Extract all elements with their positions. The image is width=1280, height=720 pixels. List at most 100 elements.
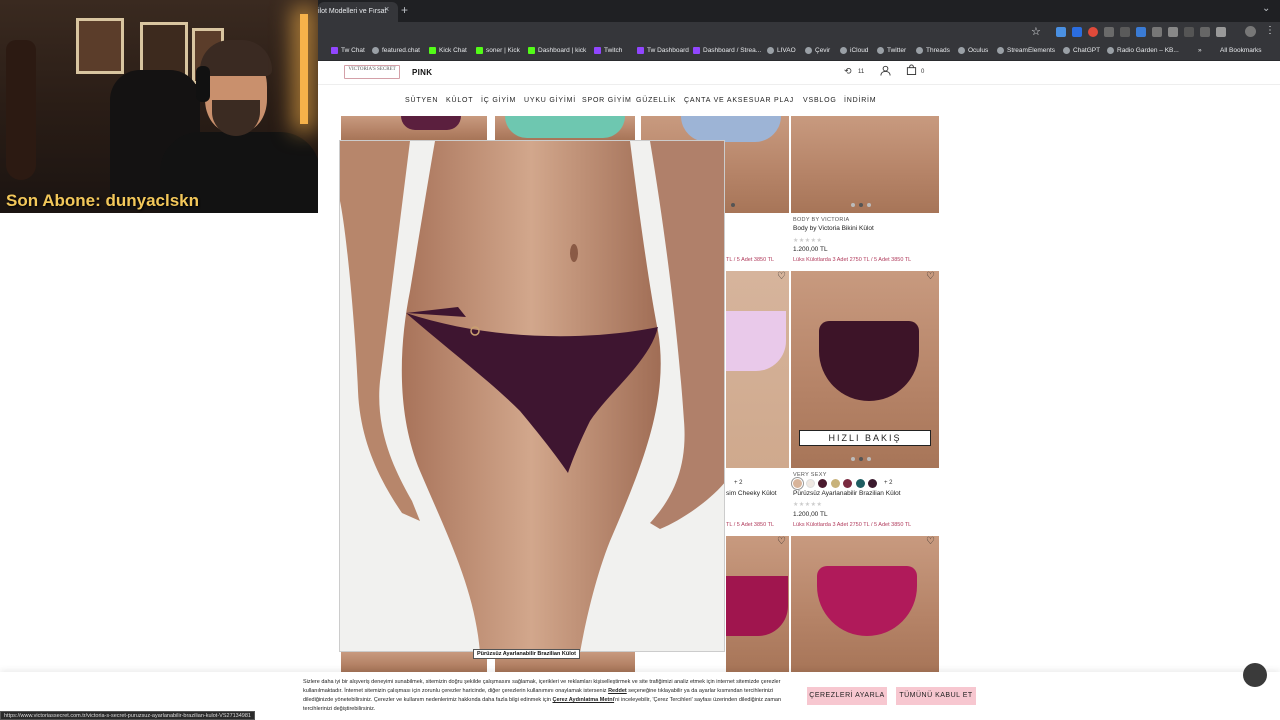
- favorite-heart-icon[interactable]: ♡: [777, 271, 786, 282]
- extension-icon[interactable]: [1184, 27, 1194, 37]
- bookmark-item[interactable]: StreamElements: [997, 47, 1055, 54]
- bookmark-item[interactable]: Oculus: [958, 47, 988, 54]
- bookmark-label: LIVAO: [777, 47, 796, 54]
- bookmarks-overflow-icon[interactable]: »: [1198, 47, 1202, 54]
- extension-icon[interactable]: [1152, 27, 1162, 37]
- tab-title: ilot Modelleri ve Fırsat: [318, 8, 387, 15]
- product-image[interactable]: [791, 536, 939, 672]
- color-swatch[interactable]: [793, 479, 802, 488]
- nav-item[interactable]: İÇ GİYİM: [481, 97, 516, 104]
- product-image[interactable]: [495, 116, 635, 140]
- account-icon[interactable]: [880, 65, 891, 79]
- nav-item[interactable]: ÇANTA VE AKSESUAR: [684, 97, 771, 104]
- nav-item[interactable]: KÜLOT: [446, 97, 473, 104]
- nav-item[interactable]: SÜTYEN: [405, 97, 438, 104]
- bookmark-item[interactable]: Kick Chat: [429, 47, 467, 54]
- extension-icon[interactable]: [1136, 27, 1146, 37]
- nav-item[interactable]: İNDİRİM: [844, 97, 876, 104]
- bookmark-item[interactable]: Tw Dashboard: [637, 47, 689, 54]
- profile-avatar[interactable]: [1245, 26, 1256, 37]
- nav-item[interactable]: VSBLOG: [803, 97, 837, 104]
- favorite-heart-icon[interactable]: ♡: [777, 536, 786, 547]
- extension-icon[interactable]: [1120, 27, 1130, 37]
- product-garment: [401, 116, 461, 130]
- more-colors[interactable]: + 2: [734, 480, 743, 486]
- cookie-reject-link[interactable]: Reddet: [608, 688, 627, 694]
- model-photo: [340, 141, 724, 651]
- product-image[interactable]: [791, 116, 939, 213]
- image-carousel-dots[interactable]: [731, 203, 735, 207]
- product-zoom-image[interactable]: [339, 140, 725, 652]
- cookie-settings-button[interactable]: ÇEREZLERİ AYARLA: [807, 687, 887, 705]
- globe-icon: [997, 47, 1004, 54]
- lamp-light: [300, 14, 308, 124]
- bookmark-item[interactable]: Tw Chat: [331, 47, 365, 54]
- bookmark-item[interactable]: Threads: [916, 47, 950, 54]
- quick-view-button[interactable]: HIZLI BAKIŞ: [799, 430, 931, 446]
- bookmark-item[interactable]: featured.chat: [372, 47, 420, 54]
- product-rating: ★★★★★: [793, 502, 823, 508]
- favorite-heart-icon[interactable]: ♡: [926, 536, 935, 547]
- all-bookmarks-button[interactable]: All Bookmarks: [1220, 47, 1262, 54]
- image-carousel-dots[interactable]: [851, 203, 871, 207]
- bookmark-item[interactable]: Twitter: [877, 47, 906, 54]
- extension-icon[interactable]: [1056, 27, 1066, 37]
- zoom-caption: Pürüzsüz Ayarlanabilir Brazilian Külot: [473, 649, 580, 659]
- product-name[interactable]: Body by Victoria Bikini Külot: [793, 225, 874, 232]
- chrome-menu-icon[interactable]: ⋮: [1265, 25, 1275, 36]
- bookmark-item[interactable]: ChatGPT: [1063, 47, 1100, 54]
- nav-item[interactable]: SPOR GİYİM: [582, 97, 632, 104]
- nav-item[interactable]: PLAJ: [774, 97, 794, 104]
- extension-icon[interactable]: [1104, 27, 1114, 37]
- shopping-bag-icon[interactable]: [906, 64, 917, 78]
- victorias-secret-logo[interactable]: VICTORIA'S SECRET: [344, 65, 400, 79]
- bookmark-item[interactable]: Dashboard / Strea...: [693, 47, 761, 54]
- color-swatch[interactable]: [843, 479, 852, 488]
- color-swatch[interactable]: [855, 479, 865, 488]
- tab-close-icon[interactable]: ×: [384, 4, 389, 14]
- site-header: VICTORIA'S SECRET PINK ⟲ 11 0: [318, 61, 1280, 85]
- new-tab-icon[interactable]: +: [401, 3, 408, 17]
- pink-logo[interactable]: PINK: [412, 68, 432, 77]
- compare-count: 11: [858, 69, 865, 75]
- bookmark-item[interactable]: iCloud: [840, 47, 868, 54]
- bookmark-item[interactable]: LIVAO: [767, 47, 796, 54]
- cookie-policy-link[interactable]: Çerez Aydınlatma Metni: [552, 697, 614, 703]
- color-swatch[interactable]: [805, 479, 815, 488]
- favorite-heart-icon[interactable]: ♡: [926, 271, 935, 282]
- bookmark-item[interactable]: Dashboard | kick: [528, 47, 586, 54]
- product-image[interactable]: [726, 271, 789, 468]
- bookmark-item[interactable]: Çevir: [805, 47, 830, 54]
- color-swatch[interactable]: [830, 479, 840, 488]
- tab-search-icon[interactable]: ⌄: [1262, 3, 1270, 14]
- extension-icon[interactable]: [1088, 27, 1098, 37]
- extension-icon[interactable]: [1200, 27, 1210, 37]
- product-name[interactable]: Pürüzsüz Ayarlanabilir Brazilian Külot: [793, 490, 901, 497]
- more-colors[interactable]: + 2: [884, 480, 893, 486]
- globe-icon: [958, 47, 965, 54]
- product-image[interactable]: [341, 652, 487, 672]
- bookmark-item[interactable]: soner | Kick: [476, 47, 520, 54]
- nav-item[interactable]: UYKU GİYİMİ: [524, 97, 576, 104]
- color-swatch[interactable]: [818, 479, 827, 488]
- extensions-puzzle-icon[interactable]: [1216, 27, 1226, 37]
- cookie-accept-all-button[interactable]: TÜMÜNÜ KABUL ET: [896, 687, 976, 705]
- scroll-to-top-button[interactable]: [1243, 663, 1267, 687]
- extension-icon[interactable]: [1072, 27, 1082, 37]
- bookmark-label: StreamElements: [1007, 47, 1056, 54]
- bookmark-item[interactable]: Radio Garden – KB...: [1107, 47, 1179, 54]
- twitch-icon: [637, 47, 644, 54]
- product-garment: [681, 116, 781, 142]
- product-name[interactable]: sim Cheeky Külot: [726, 490, 777, 497]
- product-image[interactable]: [341, 116, 487, 140]
- extension-icon[interactable]: [1168, 27, 1178, 37]
- product-image[interactable]: [726, 536, 789, 672]
- twitch-icon: [331, 47, 338, 54]
- bookmark-star-icon[interactable]: ☆: [1031, 25, 1041, 38]
- headset: [196, 66, 210, 102]
- image-carousel-dots[interactable]: [851, 457, 871, 461]
- bookmark-item[interactable]: Twitch: [594, 47, 622, 54]
- compare-icon[interactable]: ⟲: [844, 66, 852, 77]
- color-swatch[interactable]: [868, 479, 877, 488]
- nav-item[interactable]: GÜZELLİK: [636, 97, 676, 104]
